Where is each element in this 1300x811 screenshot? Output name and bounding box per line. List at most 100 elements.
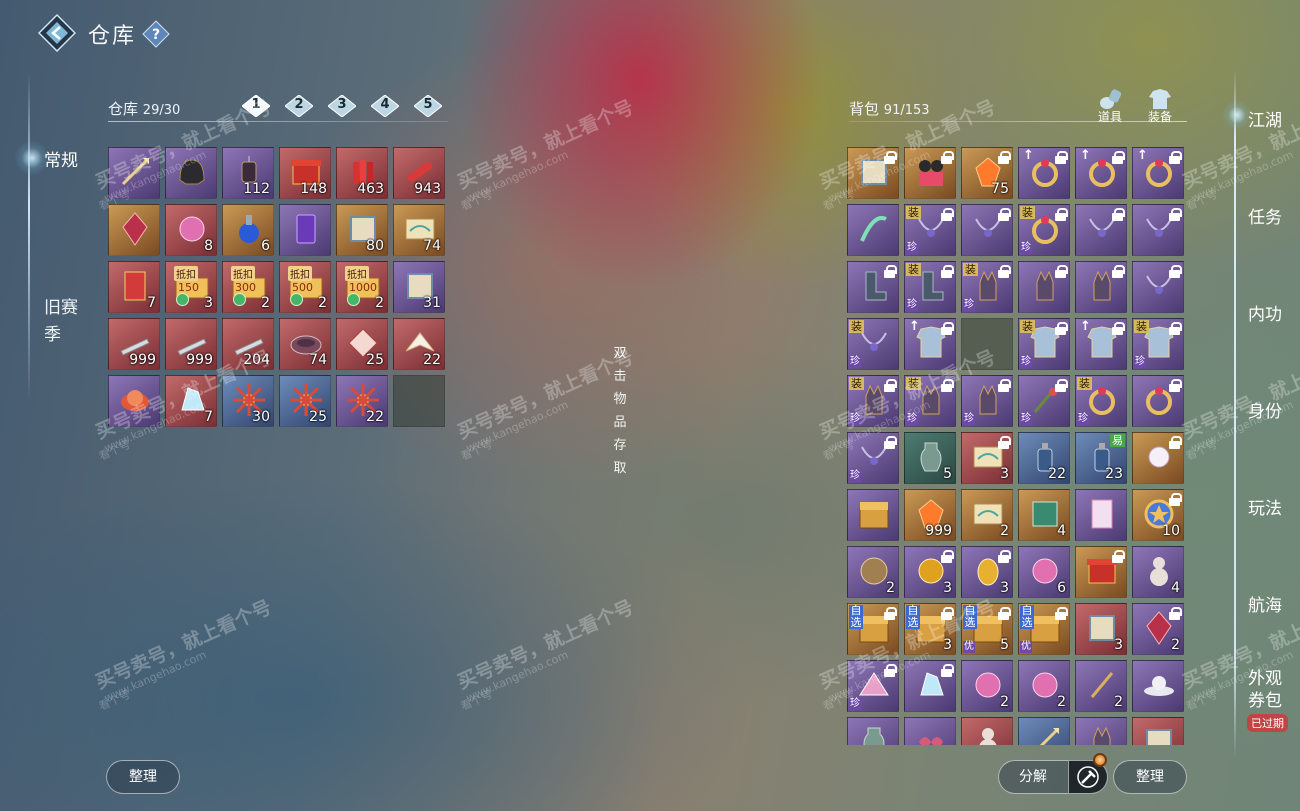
warehouse-item-slot[interactable]: 80: [336, 204, 388, 256]
bag-item-slot[interactable]: 75: [961, 147, 1013, 199]
bag-item-slot[interactable]: [847, 261, 899, 313]
warehouse-item-slot[interactable]: 463: [336, 147, 388, 199]
bag-item-slot[interactable]: 易 23: [1075, 432, 1127, 484]
warehouse-page-tab-4[interactable]: 4: [371, 95, 399, 117]
bag-tab-items[interactable]: 道具: [1090, 88, 1130, 124]
bag-item-slot[interactable]: [1132, 375, 1184, 427]
bag-item-slot[interactable]: 10: [1132, 489, 1184, 541]
warehouse-item-slot[interactable]: 31: [393, 261, 445, 313]
bag-item-slot[interactable]: 2: [1075, 660, 1127, 712]
warehouse-item-slot[interactable]: 22: [336, 375, 388, 427]
lock-icon: [1112, 208, 1125, 221]
bag-item-slot[interactable]: [961, 204, 1013, 256]
bag-item-slot[interactable]: [1075, 546, 1127, 598]
bag-item-slot[interactable]: 装珍: [961, 261, 1013, 313]
bag-item-slot[interactable]: 3: [1075, 603, 1127, 655]
bag-item-slot[interactable]: 装珍: [904, 261, 956, 313]
item-count: 3: [204, 295, 213, 311]
nav-tab-regular[interactable]: 常规: [44, 146, 78, 171]
bag-item-slot[interactable]: 2: [961, 660, 1013, 712]
warehouse-item-slot[interactable]: 8: [165, 204, 217, 256]
item-count: 3: [943, 580, 952, 596]
bag-item-slot[interactable]: 3: [904, 546, 956, 598]
bag-item-slot[interactable]: ↑: [1075, 318, 1127, 370]
bag-item-slot[interactable]: 4: [1018, 489, 1070, 541]
bag-item-slot[interactable]: 5: [904, 432, 956, 484]
bag-item-slot[interactable]: 2: [1132, 603, 1184, 655]
bag-item-slot[interactable]: [847, 489, 899, 541]
bag-item-slot[interactable]: [1132, 204, 1184, 256]
bag-item-slot[interactable]: 装珍: [847, 318, 899, 370]
nav-tab-quests[interactable]: 任务: [1248, 203, 1282, 228]
warehouse-item-slot[interactable]: 999: [108, 318, 160, 370]
sort-bag-button[interactable]: 整理: [1113, 760, 1187, 794]
warehouse-page-tab-2[interactable]: 2: [285, 95, 313, 117]
bag-item-slot[interactable]: [1018, 261, 1070, 313]
bag-tab-equipment[interactable]: 装备: [1140, 88, 1180, 124]
bag-item-slot[interactable]: [1132, 261, 1184, 313]
bag-item-slot[interactable]: 2: [1018, 660, 1070, 712]
warehouse-item-slot[interactable]: 999: [165, 318, 217, 370]
warehouse-item-slot[interactable]: 112: [222, 147, 274, 199]
warehouse-item-slot[interactable]: 7: [108, 261, 160, 313]
warehouse-item-slot[interactable]: 抵扣 500 2: [279, 261, 331, 313]
warehouse-item-slot[interactable]: 74: [279, 318, 331, 370]
warehouse-item-slot[interactable]: [108, 204, 160, 256]
back-icon[interactable]: [38, 14, 76, 52]
bag-item-slot[interactable]: [1132, 432, 1184, 484]
item-count: 5: [943, 466, 952, 482]
bag-item-slot[interactable]: [1075, 204, 1127, 256]
warehouse-item-slot[interactable]: 抵扣 1000 2: [336, 261, 388, 313]
decompose-button[interactable]: 分解: [998, 760, 1108, 794]
warehouse-item-slot[interactable]: 22: [393, 318, 445, 370]
bag-item-slot[interactable]: 999: [904, 489, 956, 541]
lock-icon: [1112, 550, 1125, 563]
nav-tab-sailing[interactable]: 航海: [1248, 591, 1282, 616]
bag-item-slot[interactable]: [1132, 717, 1184, 745]
warehouse-item-slot[interactable]: 25: [279, 375, 331, 427]
bag-item-slot[interactable]: ↑: [1132, 147, 1184, 199]
bag-item-slot[interactable]: 2: [961, 489, 1013, 541]
warehouse-item-slot[interactable]: 74: [393, 204, 445, 256]
bag-item-slot[interactable]: [1075, 717, 1127, 745]
bag-item-slot[interactable]: 装珍: [904, 204, 956, 256]
bag-item-slot[interactable]: 装珍: [1075, 375, 1127, 427]
rarity-badge: 珍: [963, 299, 975, 311]
warehouse-item-slot[interactable]: 943: [393, 147, 445, 199]
warehouse-page-tab-5[interactable]: 5: [414, 95, 442, 117]
bag-item-slot[interactable]: 4: [1132, 546, 1184, 598]
bag-item-slot[interactable]: ↑: [1018, 147, 1070, 199]
bag-item-slot[interactable]: [847, 204, 899, 256]
bag-item-slot[interactable]: 自选优: [1018, 603, 1070, 655]
help-icon[interactable]: ?: [142, 20, 170, 48]
bag-item-slot[interactable]: [904, 717, 956, 745]
bag-item-slot[interactable]: 珍: [1018, 375, 1070, 427]
bag-item-slot[interactable]: [1075, 261, 1127, 313]
bag-item-slot[interactable]: 6: [1018, 546, 1070, 598]
nav-tab-old-season[interactable]: 旧赛季: [44, 295, 84, 349]
bag-item-slot[interactable]: [1018, 717, 1070, 745]
sort-warehouse-button[interactable]: 整理: [106, 760, 180, 794]
nav-tab-gameplay[interactable]: 玩法: [1248, 494, 1282, 519]
bag-item-slot[interactable]: 2: [847, 546, 899, 598]
bag-item-slot[interactable]: [1132, 660, 1184, 712]
warehouse-item-slot[interactable]: [279, 204, 331, 256]
bag-item-slot[interactable]: 22: [1018, 432, 1070, 484]
bag-item-slot[interactable]: 3: [961, 432, 1013, 484]
nav-tab-inner-skill[interactable]: 内功: [1248, 300, 1282, 325]
bag-item-slot[interactable]: 装珍: [1018, 204, 1070, 256]
bag-item-slot[interactable]: 装珍: [1132, 318, 1184, 370]
bag-item-slot[interactable]: 珍: [961, 375, 1013, 427]
warehouse-item-slot[interactable]: 抵扣 300 2: [222, 261, 274, 313]
bag-item-slot[interactable]: [1075, 489, 1127, 541]
warehouse-page-tab-3[interactable]: 3: [328, 95, 356, 117]
bag-item-slot[interactable]: 装珍: [1018, 318, 1070, 370]
bag-item-slot[interactable]: ↑: [1075, 147, 1127, 199]
bag-item-slot[interactable]: [961, 717, 1013, 745]
warehouse-item-slot[interactable]: 6: [222, 204, 274, 256]
bag-item-slot[interactable]: [847, 717, 899, 745]
warehouse-item-slot[interactable]: 抵扣 150 3: [165, 261, 217, 313]
bag-item-slot[interactable]: 3: [961, 546, 1013, 598]
warehouse-item-slot[interactable]: 25: [336, 318, 388, 370]
warehouse-item-slot[interactable]: 148: [279, 147, 331, 199]
